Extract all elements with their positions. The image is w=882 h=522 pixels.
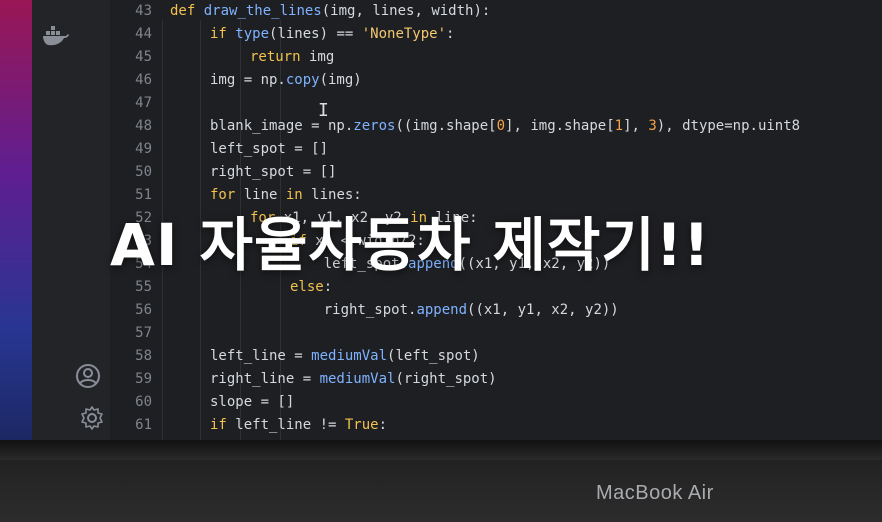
code-line[interactable]: 56 right_spot.append((x1, y1, x2, y2)) — [110, 299, 619, 322]
line-number: 49 — [135, 141, 152, 157]
line-code: def draw_the_lines(img, lines, width): — [170, 3, 491, 19]
line-number: 50 — [135, 164, 152, 180]
line-number: 61 — [135, 417, 152, 433]
line-number: 43 — [135, 3, 152, 19]
line-code: slope = [] — [210, 394, 295, 410]
line-number: 44 — [135, 26, 152, 42]
laptop-brand-label: MacBook Air — [596, 482, 714, 504]
desktop-wallpaper-edge — [0, 0, 32, 440]
line-code: right_line = mediumVal(right_spot) — [210, 371, 497, 387]
line-number: 48 — [135, 118, 152, 134]
line-code: right_spot.append((x1, y1, x2, y2)) — [290, 302, 619, 318]
code-line[interactable]: 55 else: — [110, 276, 332, 299]
line-number: 45 — [135, 49, 152, 65]
line-number: 55 — [135, 279, 152, 295]
line-code: if left_line != True: — [210, 417, 388, 433]
code-line[interactable]: 61 if left_line != True: — [110, 414, 387, 437]
line-code: if type(lines) == 'NoneType': — [210, 26, 455, 42]
line-number: 46 — [135, 72, 152, 88]
video-title-overlay: AI 자율자동차 제작기!! — [110, 211, 711, 279]
docker-icon[interactable] — [40, 22, 72, 50]
code-line[interactable]: 43 def draw_the_lines(img, lines, width): — [110, 0, 490, 23]
code-line[interactable]: 48 blank_image = np.zeros((img.shape[0], … — [110, 115, 800, 138]
line-code: left_spot = [] — [210, 141, 329, 157]
line-number: 57 — [135, 325, 152, 341]
code-line[interactable]: 57 — [110, 322, 170, 345]
code-line[interactable]: 49 left_spot = [] — [110, 138, 328, 161]
line-number: 47 — [135, 95, 152, 111]
code-line[interactable]: 46 img = np.copy(img) — [110, 69, 362, 92]
laptop-hinge — [0, 440, 882, 460]
gear-icon[interactable] — [78, 404, 106, 432]
code-line[interactable]: 59 right_line = mediumVal(right_spot) — [110, 368, 497, 391]
code-line[interactable]: 47 — [110, 92, 170, 115]
code-line[interactable]: 50 right_spot = [] — [110, 161, 336, 184]
line-code: right_spot = [] — [210, 164, 337, 180]
code-line[interactable]: 60 slope = [] — [110, 391, 294, 414]
code-line[interactable]: 44 if type(lines) == 'NoneType': — [110, 23, 454, 46]
account-icon[interactable] — [74, 362, 102, 390]
line-number: 60 — [135, 394, 152, 410]
line-code: else: — [290, 279, 333, 295]
code-line[interactable]: 45 return img — [110, 46, 334, 69]
activity-bar — [32, 0, 110, 440]
text-cursor-icon: I — [318, 100, 329, 121]
line-code: img = np.copy(img) — [210, 72, 362, 88]
line-number: 58 — [135, 348, 152, 364]
code-line[interactable]: 58 left_line = mediumVal(left_spot) — [110, 345, 480, 368]
line-number: 59 — [135, 371, 152, 387]
line-code: left_line = mediumVal(left_spot) — [210, 348, 480, 364]
laptop-screen: 43 def draw_the_lines(img, lines, width):… — [0, 0, 882, 440]
line-code: blank_image = np.zeros((img.shape[0], im… — [210, 118, 801, 134]
line-number: 56 — [135, 302, 152, 318]
line-code: return img — [250, 49, 335, 65]
